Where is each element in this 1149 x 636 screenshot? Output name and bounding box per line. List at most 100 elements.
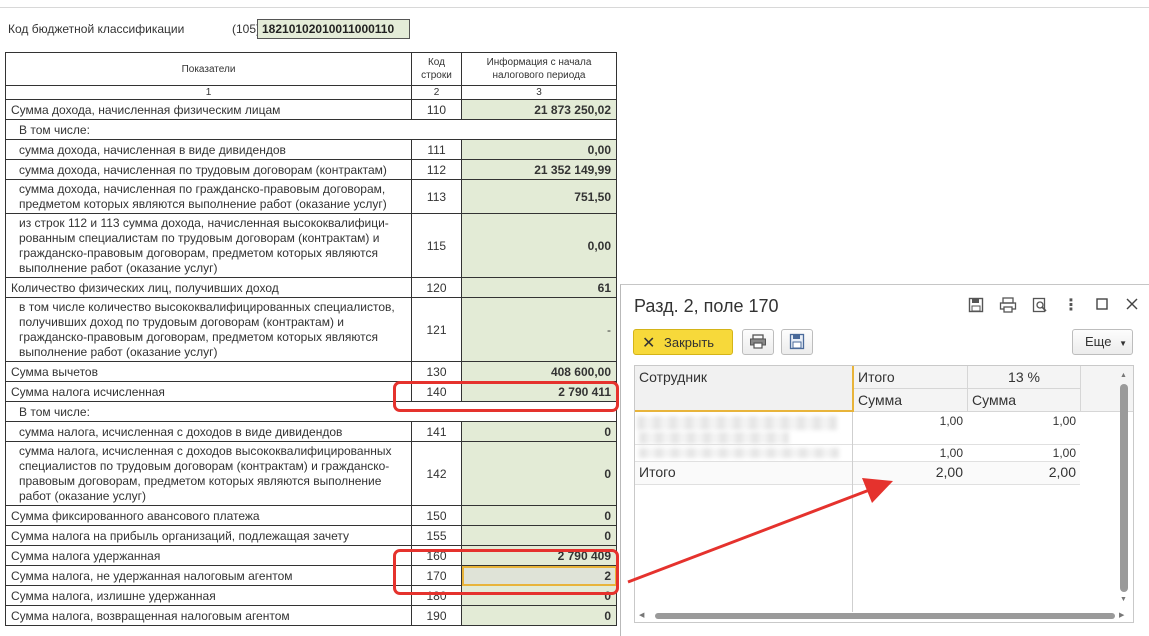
more-button[interactable]: Еще ▼ (1072, 329, 1133, 355)
more-options-icon[interactable]: ⋮ (1062, 297, 1080, 315)
row-value[interactable]: 0 (461, 441, 617, 506)
save-button[interactable] (781, 329, 813, 355)
table-row: из строк 112 и 113 сумма дохода, начисле… (5, 213, 617, 278)
row-value[interactable]: 0 (461, 525, 617, 546)
row-label: сумма налога, исчисленная с доходов в ви… (5, 421, 412, 442)
table-row: В том числе: (5, 119, 617, 140)
col-number-3: 3 (461, 85, 617, 100)
row-value[interactable]: 21 352 149,99 (461, 159, 617, 180)
row-label: Сумма налога, возвращенная налоговым аге… (5, 605, 412, 626)
row-code: 121 (411, 297, 462, 362)
row-value[interactable]: 0,00 (461, 213, 617, 278)
row-label: Сумма налога, излишне удержанная (5, 585, 412, 606)
close-button[interactable]: ✕ Закрыть (633, 329, 733, 355)
col-header-employee[interactable]: Сотрудник (635, 366, 854, 412)
header-indicators: Показатели (5, 52, 412, 86)
col-header-sum1[interactable]: Сумма (854, 389, 967, 412)
row-value[interactable]: 61 (461, 277, 617, 298)
close-button-label: Закрыть (664, 335, 715, 350)
row-label: Сумма фиксированного авансового платежа (5, 505, 412, 526)
row-label: В том числе: (5, 119, 617, 140)
row-label: сумма дохода, начисленная по гражданско-… (5, 179, 412, 214)
highlight-row-140 (393, 381, 619, 412)
row-value[interactable]: 408 600,00 (461, 361, 617, 382)
vertical-scrollbar[interactable] (1120, 384, 1128, 592)
close-x-icon: ✕ (642, 335, 656, 352)
total-sum1: 2,00 (935, 464, 963, 480)
row-divider (635, 444, 1080, 445)
scroll-down-arrow-icon[interactable]: ▼ (1120, 596, 1127, 603)
row-2-sum1[interactable]: 1,00 (854, 446, 967, 460)
preview-icon[interactable] (1031, 297, 1049, 315)
row-value[interactable]: 21 873 250,02 (461, 99, 617, 120)
row-value[interactable]: 0 (461, 605, 617, 626)
scroll-right-arrow-icon[interactable]: ▶ (1119, 611, 1124, 619)
save-icon[interactable] (967, 297, 985, 315)
table-row: Сумма дохода, начисленная физическим лиц… (5, 99, 617, 120)
row-code: 150 (411, 505, 462, 526)
row-code: 130 (411, 361, 462, 382)
scroll-left-arrow-icon[interactable]: ◀ (639, 611, 644, 619)
row-value[interactable]: 751,50 (461, 179, 617, 214)
print-button[interactable] (742, 329, 774, 355)
table-row: Количество физических лиц, получивших до… (5, 277, 617, 298)
row-1-sum1[interactable]: 1,00 (854, 414, 967, 428)
row-label: сумма дохода, начисленная в виде дивиден… (5, 139, 412, 160)
row-code: 113 (411, 179, 462, 214)
row-code: 120 (411, 277, 462, 298)
top-divider (0, 7, 1149, 8)
row-label: Количество физических лиц, получивших до… (5, 277, 412, 298)
table-row: Сумма налога на прибыль организаций, под… (5, 525, 617, 546)
row-1-sum2[interactable]: 1,00 (967, 414, 1080, 428)
employees-grid: Сотрудник Итого 13 % Сумма Сумма 1,00 1,… (634, 365, 1134, 623)
col-number-2: 2 (411, 85, 462, 100)
row-code: 155 (411, 525, 462, 546)
row-code: 115 (411, 213, 462, 278)
row-value[interactable]: 0,00 (461, 139, 617, 160)
row-code: 111 (411, 139, 462, 160)
row-label: в том числе количество высококвалифициро… (5, 297, 412, 362)
row-label: Сумма вычетов (5, 361, 412, 382)
row-code: 141 (411, 421, 462, 442)
table-row: в том числе количество высококвалифициро… (5, 297, 617, 362)
chevron-down-icon: ▼ (1119, 339, 1127, 348)
row-label: из строк 112 и 113 сумма дохода, начисле… (5, 213, 412, 278)
popup-window: Разд. 2, поле 170 ⋮ ✕ Закрыть Еще ▼ Сотр… (620, 284, 1149, 636)
kbk-code: (105) (232, 22, 261, 36)
print-icon[interactable] (999, 297, 1017, 315)
row-code: 190 (411, 605, 462, 626)
more-button-label: Еще (1085, 334, 1112, 349)
table-row: Сумма налога, возвращенная налоговым аге… (5, 605, 617, 626)
row-label: Сумма налога на прибыль организаций, под… (5, 525, 412, 546)
table-row: сумма дохода, начисленная в виде дивиден… (5, 139, 617, 160)
row-2-sum2[interactable]: 1,00 (967, 446, 1080, 460)
col-header-total[interactable]: Итого (854, 366, 967, 389)
row-label: Сумма налога удержанная (5, 545, 412, 566)
column-divider (852, 412, 853, 612)
row-label: сумма дохода, начисленная по трудовым до… (5, 159, 412, 180)
employee-name-blurred (639, 448, 839, 458)
row-code: 112 (411, 159, 462, 180)
scroll-up-arrow-icon[interactable]: ▲ (1120, 372, 1127, 379)
row-label: Сумма налога, не удержанная налоговым аг… (5, 565, 412, 586)
employee-name-blurred (637, 416, 837, 430)
row-value[interactable]: 0 (461, 421, 617, 442)
row-value[interactable]: 0 (461, 505, 617, 526)
kbk-value-field[interactable]: 18210102010011000110 (257, 19, 410, 39)
kbk-label: Код бюджетной классификации (8, 22, 185, 36)
col-header-rate[interactable]: 13 % (967, 366, 1080, 389)
horizontal-scrollbar[interactable] (655, 613, 1115, 619)
row-value[interactable]: - (461, 297, 617, 362)
total-label: Итого (639, 464, 676, 480)
row-label: Сумма налога исчисленная (5, 381, 412, 402)
header-info: Информация с начала налогового периода (461, 52, 617, 86)
close-icon[interactable] (1123, 297, 1141, 315)
col-header-sum2[interactable]: Сумма (967, 389, 1080, 412)
table-row: сумма налога, исчисленная с доходов в ви… (5, 421, 617, 442)
report-table: Показатели Код строки Информация с начал… (5, 52, 617, 626)
total-sum2: 2,00 (1048, 464, 1076, 480)
header-line-code: Код строки (411, 52, 462, 86)
row-code: 142 (411, 441, 462, 506)
popup-title: Разд. 2, поле 170 (634, 296, 779, 316)
maximize-icon[interactable] (1093, 297, 1111, 315)
